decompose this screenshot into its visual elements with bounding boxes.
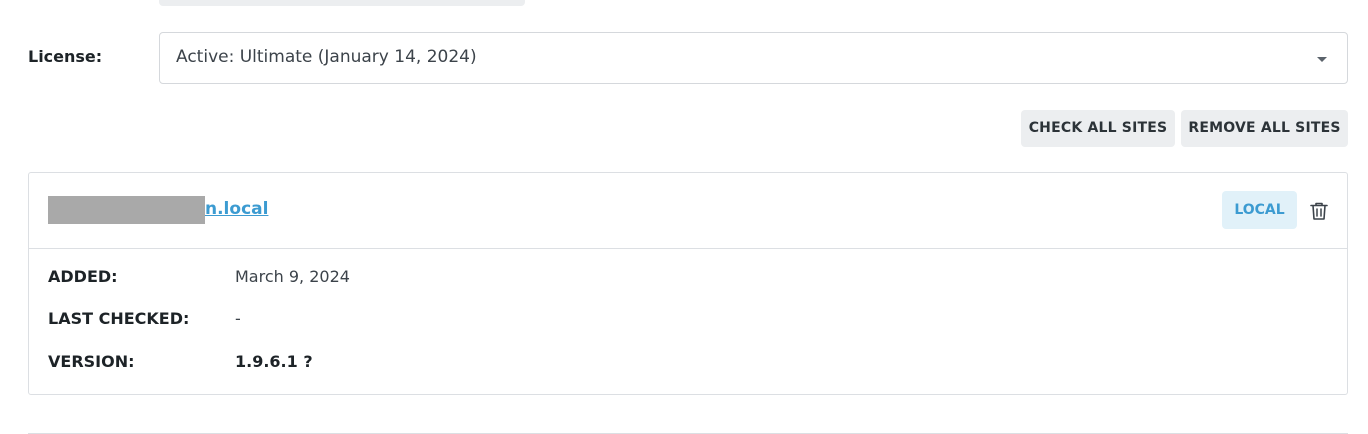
remove-all-sites-button[interactable]: REMOVE ALL SITES [1181, 110, 1348, 147]
site-domain-text: n.local [205, 199, 269, 219]
trash-icon[interactable] [1308, 200, 1330, 222]
last-checked-label: LAST CHECKED: [48, 309, 190, 328]
last-checked-value: - [235, 309, 241, 328]
added-value: March 9, 2024 [235, 267, 350, 286]
license-label: License: [28, 47, 103, 66]
license-select-value: Active: Ultimate (January 14, 2024) [176, 47, 477, 67]
check-all-sites-button[interactable]: CHECK ALL SITES [1021, 110, 1175, 147]
site-card: n.local LOCAL ADDED: March 9, 2024 LAST … [28, 172, 1348, 395]
previous-field-remnant [159, 0, 525, 6]
environment-badge: LOCAL [1222, 191, 1297, 229]
version-label: VERSION: [48, 352, 135, 371]
chevron-down-icon [1317, 57, 1327, 62]
redaction-block [48, 196, 205, 224]
license-select[interactable]: Active: Ultimate (January 14, 2024) [159, 32, 1348, 84]
site-card-header: n.local LOCAL [29, 173, 1347, 249]
added-label: ADDED: [48, 267, 118, 286]
version-value: 1.9.6.1 ? [235, 352, 313, 371]
